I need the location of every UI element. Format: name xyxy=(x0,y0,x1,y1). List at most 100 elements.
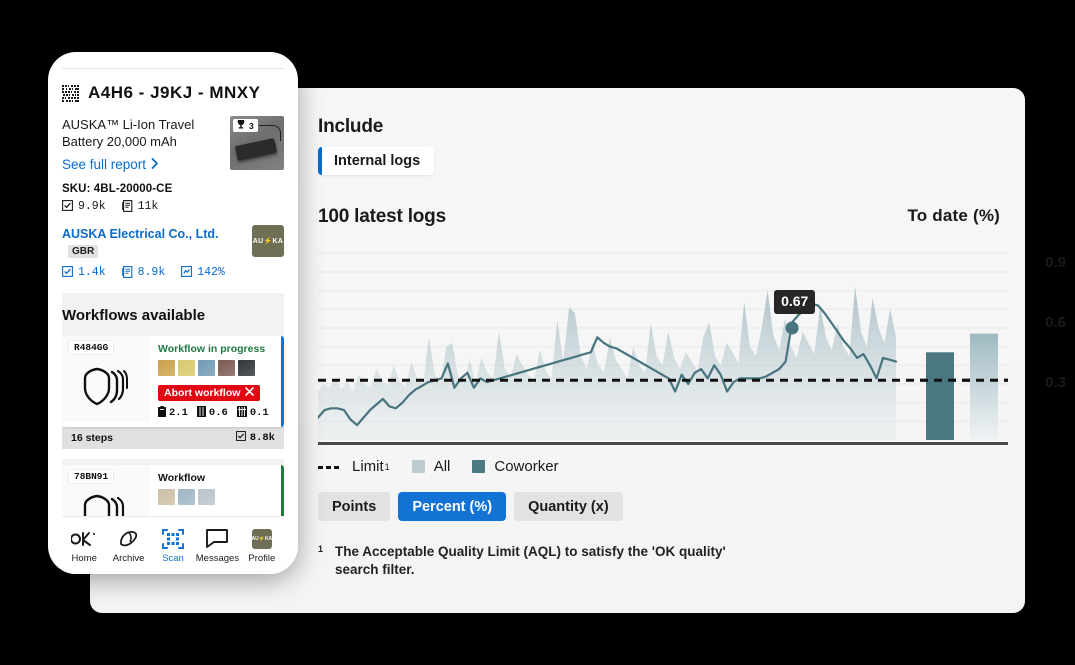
toggle-points[interactable]: Points xyxy=(318,492,391,521)
legend-footnote-mark: 1 xyxy=(384,461,390,472)
product-name: AUSKA™ Li-Ion Travel Battery 20,000 mAh xyxy=(62,117,195,150)
workflow-thumb xyxy=(158,488,175,505)
sku-stats: 9.9k 11k xyxy=(62,200,284,213)
include-label: Include xyxy=(318,116,384,137)
dashed-line-icon xyxy=(318,461,344,473)
legend-label-all: All xyxy=(433,458,451,475)
toggle-percent[interactable]: Percent (%) xyxy=(398,492,507,521)
y-tick-2: 0.3 xyxy=(1045,374,1066,391)
workflow-thumb xyxy=(198,488,215,505)
tab-home[interactable]: Home xyxy=(62,528,106,564)
supplier-name-row[interactable]: AUSKA Electrical Co., Ltd. GBR xyxy=(62,225,252,261)
stat-checks-value: 9.9k xyxy=(78,199,106,213)
chart-legend: Limit 1 All Coworker xyxy=(318,458,581,475)
workflow-thumbnails xyxy=(158,488,276,505)
y-tick-1: 0.6 xyxy=(1045,314,1066,331)
tab-archive[interactable]: Archive xyxy=(106,528,150,564)
stack-shield-icon xyxy=(82,366,130,413)
unit-toggle-group: Points Percent (%) Quantity (x) xyxy=(318,492,623,521)
product-code-header: A4H6 - J9KJ - MNXY xyxy=(62,69,284,103)
workflow-card-1-wrap[interactable]: R484GG Workflow in progress Abort workfl… xyxy=(62,335,284,459)
workflow-details: Workflow in progress Abort workflow 2.1 … xyxy=(150,336,284,427)
supplier-stat-checks: 1.4k xyxy=(62,266,106,279)
checkbox-icon xyxy=(62,200,73,212)
scan-qr-icon xyxy=(162,528,185,550)
analytics-section: Include Internal logs 100 latest logs To… xyxy=(318,88,1066,613)
data-point-tooltip: 0.67 xyxy=(774,290,816,314)
product-text: AUSKA™ Li-Ion Travel Battery 20,000 mAh … xyxy=(62,116,230,172)
tab-profile-label: Profile xyxy=(248,552,276,564)
filter-chip-internal-logs[interactable]: Internal logs xyxy=(318,147,435,175)
to-date-title: To date (%) xyxy=(907,206,1000,225)
tab-home-label: Home xyxy=(71,552,97,564)
workflow-card[interactable]: R484GG Workflow in progress Abort workfl… xyxy=(62,335,284,427)
see-full-report-link[interactable]: See full report xyxy=(62,157,222,172)
abort-workflow-button[interactable]: Abort workflow xyxy=(158,384,261,401)
legend-item-limit[interactable]: Limit 1 xyxy=(318,458,390,475)
workflow-thumb xyxy=(158,359,175,376)
trophy-count: 3 xyxy=(249,120,254,131)
supplier-logo: AU⚡KA xyxy=(252,224,284,257)
legend-item-coworker[interactable]: Coworker xyxy=(472,458,559,475)
footnote: 1 The Acceptable Quality Limit (AQL) to … xyxy=(318,543,748,579)
phone-mockup: A4H6 - J9KJ - MNXY AUSKA™ Li-Ion Travel … xyxy=(48,52,298,574)
logs-chart xyxy=(318,240,1008,440)
legend-label-coworker: Coworker xyxy=(494,458,559,475)
bottom-tab-bar: Home Archive Scan Messages AU⚡KA Profile xyxy=(62,516,284,574)
phone-screen: A4H6 - J9KJ - MNXY AUSKA™ Li-Ion Travel … xyxy=(62,68,284,574)
supplier-stat-documents: 8.9k xyxy=(121,266,165,279)
checkbox-icon xyxy=(235,430,246,445)
workflow-metric-module-value: 0.6 xyxy=(208,407,228,420)
legend-item-all[interactable]: All xyxy=(411,458,451,475)
chart-icon xyxy=(181,266,193,278)
workflow-id: 78BN91 xyxy=(69,469,114,483)
workflow-metric-battery-value: 2.1 xyxy=(169,407,188,420)
battery-icon xyxy=(158,405,166,421)
profile-avatar-icon: AU⚡KA xyxy=(252,528,272,550)
supplier-stat-rate-value: 142% xyxy=(197,265,225,279)
supplier-country-badge: GBR xyxy=(68,244,99,258)
ok-logo-icon xyxy=(71,528,97,550)
supplier-stat-checks-value: 1.4k xyxy=(78,265,106,279)
tab-messages[interactable]: Messages xyxy=(195,528,239,564)
product-image: 3 xyxy=(230,116,284,170)
workflow-thumb xyxy=(198,359,215,376)
toggle-quantity[interactable]: Quantity (x) xyxy=(514,492,623,521)
supplier-block: AUSKA Electrical Co., Ltd. GBR 1.4k 8.9k … xyxy=(62,224,284,279)
tab-scan-label: Scan xyxy=(162,552,184,564)
tab-messages-label: Messages xyxy=(195,552,240,564)
chart-title: 100 latest logs xyxy=(318,206,446,227)
tab-scan[interactable]: Scan xyxy=(151,528,195,564)
close-x-icon xyxy=(245,387,255,399)
chevron-right-icon xyxy=(151,157,159,172)
abort-workflow-label: Abort workflow xyxy=(164,386,241,399)
workflow-thumb xyxy=(178,359,195,376)
product-summary: AUSKA™ Li-Ion Travel Battery 20,000 mAh … xyxy=(62,116,284,172)
y-tick-0: 0.9 xyxy=(1045,254,1066,271)
workflow-metric-battery: 2.1 xyxy=(158,405,188,421)
workflow-thumbnail: R484GG xyxy=(62,335,150,422)
y-axis-labels: 0.9 0.6 0.3 xyxy=(1008,240,1075,440)
workflow-thumb xyxy=(238,359,255,376)
qr-code-icon xyxy=(62,84,79,102)
supplier-name: AUSKA Electrical Co., Ltd. xyxy=(62,226,219,241)
workflow-metric-module: 0.6 xyxy=(196,405,228,421)
workflow-thumbnails xyxy=(158,359,276,376)
workflow-metrics: 2.1 0.6 0.1 xyxy=(158,405,276,421)
module-icon xyxy=(196,405,206,421)
see-full-report-label: See full report xyxy=(62,156,147,172)
grid-icon xyxy=(236,405,247,421)
stat-documents-value: 11k xyxy=(137,199,159,213)
trophy-icon xyxy=(237,120,245,131)
legend-label-limit: Limit xyxy=(352,458,384,475)
tab-profile[interactable]: AU⚡KA Profile xyxy=(240,528,284,564)
workflow-accent-bar xyxy=(280,335,284,427)
workflow-foot-value: 8.8k xyxy=(249,431,275,444)
product-code: A4H6 - J9KJ - MNXY xyxy=(88,83,261,102)
message-bubble-icon xyxy=(206,528,229,550)
workflow-status: Workflow xyxy=(158,471,206,484)
supplier-info: AUSKA Electrical Co., Ltd. GBR 1.4k 8.9k … xyxy=(62,225,252,279)
workflow-foot-stat: 8.8k xyxy=(235,430,275,445)
screenshot-root: Include Internal logs 100 latest logs To… xyxy=(0,0,1075,665)
battery-shape xyxy=(234,138,278,161)
